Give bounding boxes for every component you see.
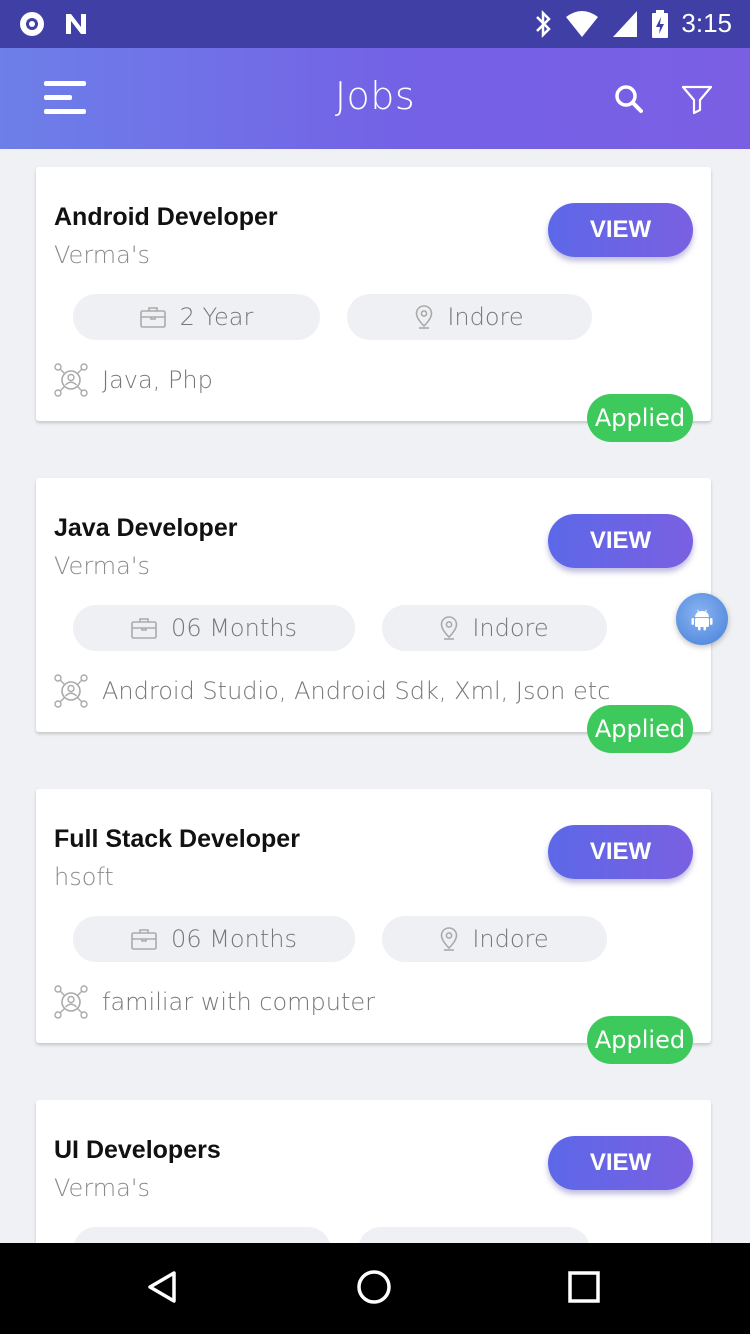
- app-circle-icon: [20, 12, 44, 36]
- status-bar: 3:15: [0, 0, 750, 48]
- skills-icon: [54, 674, 88, 708]
- skills-text: Java, Php: [102, 366, 213, 394]
- location-pill: Indore: [382, 605, 607, 651]
- job-title: UI Developers: [54, 1136, 221, 1164]
- applied-badge: Applied: [587, 1016, 693, 1064]
- job-title: Java Developer: [54, 514, 238, 542]
- job-title: Full Stack Developer: [54, 825, 300, 853]
- search-icon: [615, 85, 643, 113]
- skills-row: familiar with computer: [54, 985, 375, 1019]
- filter-button[interactable]: [680, 82, 714, 116]
- home-icon: [357, 1270, 391, 1304]
- skills-row: Java, Php: [54, 363, 213, 397]
- location-pin-icon: [441, 616, 458, 640]
- view-button[interactable]: VIEW: [548, 825, 693, 879]
- location-text: Indore: [447, 303, 524, 331]
- briefcase-icon: [131, 618, 157, 639]
- location-text: Indore: [472, 614, 549, 642]
- recents-icon: [568, 1271, 600, 1303]
- experience-pill: 06 Months: [73, 916, 355, 962]
- applied-badge: Applied: [587, 705, 693, 753]
- wifi-icon: [566, 10, 599, 37]
- back-button[interactable]: [140, 1265, 188, 1313]
- location-pin-icon: [441, 927, 458, 951]
- briefcase-icon: [131, 929, 157, 950]
- experience-pill: 2 Year: [73, 294, 320, 340]
- experience-text: 06 Months: [171, 925, 297, 953]
- company-name: Verma's: [54, 552, 150, 580]
- status-time: 3:15: [681, 8, 732, 38]
- briefcase-icon: [139, 307, 166, 328]
- location-pill: Indore: [382, 916, 607, 962]
- bluetooth-icon: [536, 9, 552, 38]
- battery-icon: [652, 9, 669, 38]
- location-pill: [358, 1227, 590, 1243]
- experience-text: 06 Months: [171, 614, 297, 642]
- experience-pill: 06 Months: [73, 605, 355, 651]
- view-button[interactable]: VIEW: [548, 203, 693, 257]
- navigation-bar: [0, 1243, 750, 1334]
- experience-pill: [73, 1227, 331, 1243]
- recents-button[interactable]: [560, 1265, 608, 1313]
- skills-row: Android Studio, Android Sdk, Xml, Json e…: [54, 674, 610, 708]
- skills-icon: [54, 363, 88, 397]
- location-pin-icon: [416, 305, 433, 329]
- view-button[interactable]: VIEW: [548, 514, 693, 568]
- jobs-list: Android Developer Verma's VIEW 2 Year In…: [0, 149, 750, 1243]
- company-name: Verma's: [54, 241, 150, 269]
- company-name: Verma's: [54, 1174, 150, 1202]
- experience-text: 2 Year: [179, 303, 254, 331]
- skills-icon: [54, 985, 88, 1019]
- applied-badge: Applied: [587, 394, 693, 442]
- job-card[interactable]: Java Developer Verma's VIEW 06 Months In…: [36, 478, 711, 753]
- job-card[interactable]: Android Developer Verma's VIEW 2 Year In…: [36, 167, 711, 442]
- job-title: Android Developer: [54, 203, 278, 231]
- signal-icon: [613, 10, 638, 37]
- location-pill: Indore: [347, 294, 592, 340]
- search-button[interactable]: [612, 82, 646, 116]
- location-text: Indore: [472, 925, 549, 953]
- n-logo-icon: [66, 14, 86, 34]
- app-bar: Jobs: [0, 48, 750, 149]
- back-icon: [148, 1271, 176, 1303]
- view-button[interactable]: VIEW: [548, 1136, 693, 1190]
- floating-bubble[interactable]: [676, 593, 728, 645]
- filter-icon: [681, 85, 713, 115]
- home-button[interactable]: [350, 1265, 398, 1313]
- skills-text: familiar with computer: [102, 988, 376, 1016]
- company-name: hsoft: [54, 863, 114, 891]
- skills-text: Android Studio, Android Sdk, Xml, Json e…: [102, 677, 611, 705]
- job-card[interactable]: Full Stack Developer hsoft VIEW 06 Month…: [36, 789, 711, 1064]
- android-icon: [691, 609, 713, 631]
- job-card[interactable]: UI Developers Verma's VIEW: [36, 1100, 711, 1243]
